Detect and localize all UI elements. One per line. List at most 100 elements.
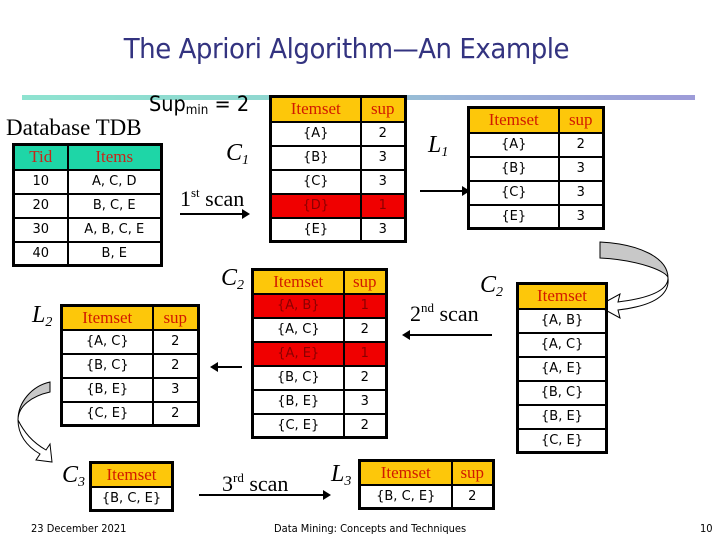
database-label: Database TDB <box>6 115 142 140</box>
table-cell: 40 <box>12 240 69 267</box>
c2-counted-label-sub: 2 <box>237 278 245 293</box>
l3-label-letter: L <box>331 461 345 487</box>
table-cell: {B, C} <box>60 352 154 379</box>
c2-counted-table: Itemset sup {A, B} 1 {A, C} 2 {A, E} 1 {B, C} 2… <box>251 268 388 439</box>
table-cell: {C, E} <box>60 400 154 427</box>
min-support-label: Supmin = 2 <box>149 92 249 118</box>
l1-label-letter: L <box>428 132 442 158</box>
table-cell: {E} <box>269 216 362 243</box>
table-cell: {A, C} <box>516 331 608 358</box>
table-cell: {A} <box>269 120 362 147</box>
c2-row: {A, E} 1 <box>251 340 388 367</box>
l3-table: Itemset sup {B, C, E} 2 <box>358 459 495 510</box>
table-cell: 2 <box>557 131 605 158</box>
l1-row: {B} 3 <box>467 155 605 182</box>
l3-label-sub: 3 <box>344 474 352 489</box>
c1-row: {B} 3 <box>269 144 407 171</box>
table-cell: 3 <box>557 203 605 230</box>
min-support-text: Sup <box>149 92 186 116</box>
l2-table: Itemset sup {A, C} 2 {B, C} 2 {B, E} 3 {C, E} 2 <box>60 304 200 427</box>
c1-label-letter: C <box>226 140 243 166</box>
l1-label: L1 <box>428 132 448 161</box>
table-cell: {B, C, E} <box>89 485 174 512</box>
third-scan-label: 3rd scan <box>222 470 288 497</box>
c2-candidate-row: {C, E} <box>516 427 608 454</box>
database-row: 20 B, C, E <box>12 192 163 219</box>
c2-row: {A, C} 2 <box>251 316 388 343</box>
l2-row: {A, C} 2 <box>60 328 200 355</box>
l3-header-itemset: Itemset <box>358 459 453 486</box>
first-scan-arrow <box>180 209 250 219</box>
table-cell: 3 <box>359 168 407 195</box>
first-scan-suffix: st <box>191 185 200 200</box>
c1-label-sub: 1 <box>242 153 250 168</box>
c1-row: {E} 3 <box>269 216 407 243</box>
footer-date: 23 December 2021 <box>31 522 127 535</box>
c2-candidate-row: {B, E} <box>516 403 608 430</box>
table-cell: {B, C, E} <box>358 483 453 510</box>
table-cell: {C, E} <box>516 427 608 454</box>
second-scan-num: 2 <box>410 301 421 326</box>
table-cell: 2 <box>151 352 200 379</box>
l2-row: {C, E} 2 <box>60 400 200 427</box>
min-support-subscript: min <box>185 103 209 118</box>
l1-label-sub: 1 <box>441 145 449 160</box>
table-cell: {C} <box>467 179 560 206</box>
c1-header-itemset: Itemset <box>269 95 362 123</box>
c1-table: Itemset sup {A} 2 {B} 3 {C} 3 {D} 1 {E} 3 <box>269 95 407 243</box>
c2-row: {B, C} 2 <box>251 364 388 391</box>
table-cell: 3 <box>359 216 407 243</box>
second-scan-label: 2nd scan <box>410 300 479 327</box>
table-cell: 3 <box>557 155 605 182</box>
c2-header-itemset: Itemset <box>251 268 345 295</box>
first-scan-word: scan <box>205 186 245 211</box>
column-header-tid: Tid <box>12 143 69 171</box>
c2-candidates-label-letter: C <box>480 272 497 298</box>
l1-row: {C} 3 <box>467 179 605 206</box>
c2-row: {B, E} 3 <box>251 388 388 415</box>
table-cell: 20 <box>12 192 69 219</box>
table-cell: {A, C} <box>251 316 345 343</box>
c2-candidate-row: {A, E} <box>516 355 608 382</box>
c2-counted-label-letter: C <box>221 265 238 291</box>
table-cell: 1 <box>342 292 388 319</box>
second-scan-arrow <box>402 330 492 340</box>
c3-label-letter: C <box>62 462 79 488</box>
table-cell: {A, B} <box>251 292 345 319</box>
table-cell: 2 <box>342 316 388 343</box>
c2-row: {A, B} 1 <box>251 292 388 319</box>
table-cell: 10 <box>12 168 69 195</box>
table-cell: 2 <box>151 400 200 427</box>
table-cell: {A, E} <box>516 355 608 382</box>
min-support-value: = 2 <box>214 92 250 116</box>
c2-candidate-row: {A, B} <box>516 307 608 334</box>
table-cell: A, B, C, E <box>66 216 163 243</box>
c1-row: {C} 3 <box>269 168 407 195</box>
l1-row: {A} 2 <box>467 131 605 158</box>
c1-header-sup: sup <box>359 95 407 123</box>
c2-row: {C, E} 2 <box>251 412 388 439</box>
l2-row: {B, C} 2 <box>60 352 200 379</box>
first-scan-label: 1st scan <box>180 185 244 212</box>
table-cell: {B, C} <box>516 379 608 406</box>
l1-table: Itemset sup {A} 2 {B} 3 {C} 3 {E} 3 <box>467 106 605 230</box>
l1-header-itemset: Itemset <box>467 106 560 134</box>
column-header-items: Items <box>66 143 163 171</box>
table-cell: {C, E} <box>251 412 345 439</box>
c1-label: C1 <box>226 140 249 169</box>
third-scan-word: scan <box>249 471 289 496</box>
c2-candidates-label-sub: 2 <box>496 285 504 300</box>
third-scan-arrow <box>199 490 331 500</box>
table-cell: 2 <box>342 364 388 391</box>
table-cell: {B} <box>467 155 560 182</box>
l2-label-sub: 2 <box>45 315 53 330</box>
table-cell: {A, B} <box>516 307 608 334</box>
table-cell: {B, E} <box>516 403 608 430</box>
table-cell: 2 <box>359 120 407 147</box>
database-row: 10 A, C, D <box>12 168 163 195</box>
slide-title: The Apriori Algorithm—An Example <box>123 32 570 65</box>
table-cell: {B, C} <box>251 364 345 391</box>
c3-label: C3 <box>62 462 85 491</box>
c1-row: {D} 1 <box>269 192 407 219</box>
table-cell: {A} <box>467 131 560 158</box>
